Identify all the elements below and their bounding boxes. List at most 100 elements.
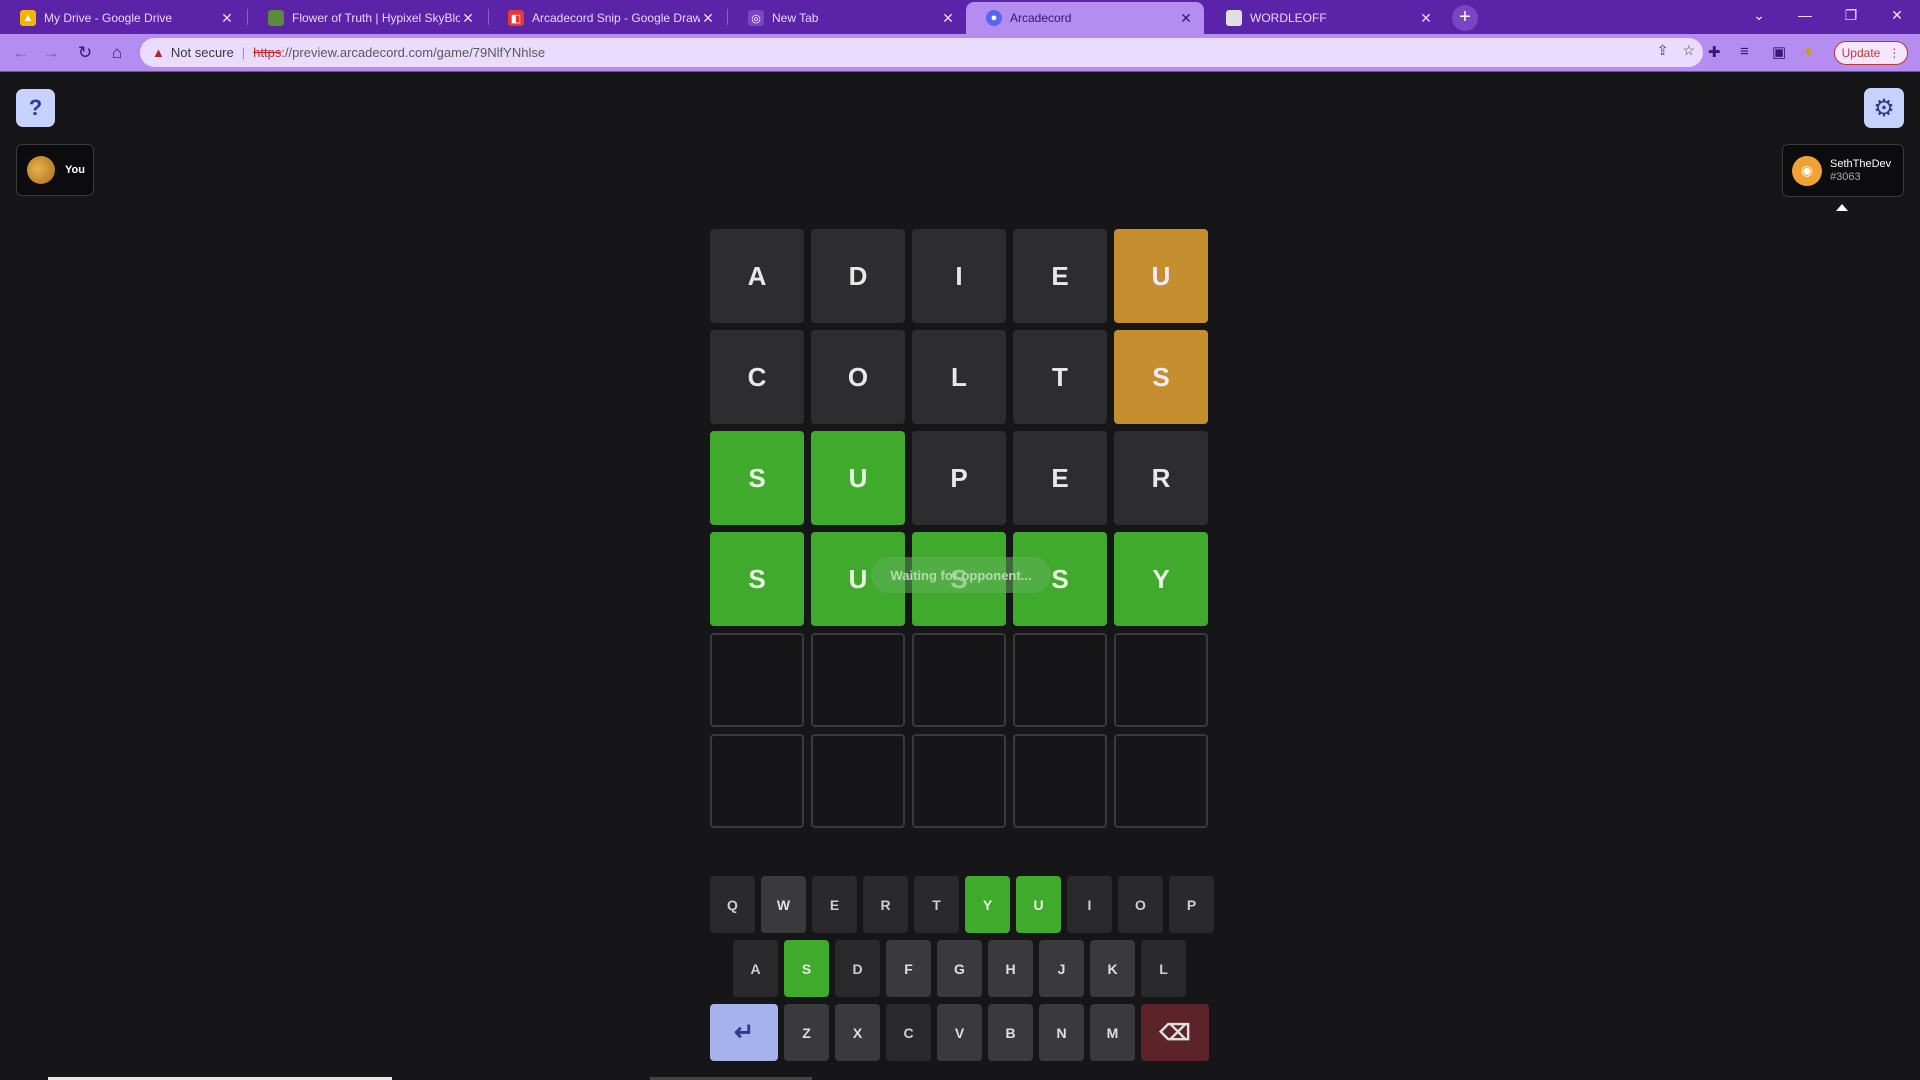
waiting-toast: Waiting for opponent... <box>871 557 1051 593</box>
help-button[interactable]: ? <box>16 89 55 127</box>
key-m[interactable]: M <box>1090 1004 1135 1061</box>
backspace-icon: ⌫ <box>1159 1019 1191 1045</box>
board-cell <box>811 633 905 727</box>
key-v[interactable]: V <box>937 1004 982 1061</box>
key-p[interactable]: P <box>1169 876 1214 933</box>
profile-avatar-icon[interactable]: ✦ <box>1802 43 1815 61</box>
grass-block-icon <box>268 10 284 26</box>
close-icon[interactable]: ✕ <box>700 10 716 27</box>
minimize-button[interactable]: — <box>1782 0 1828 30</box>
board-cell <box>811 734 905 828</box>
key-u[interactable]: U <box>1016 876 1061 933</box>
tab-arcadecord[interactable]: ● Arcadecord ✕ <box>966 2 1204 34</box>
tab-flower-of-truth[interactable]: Flower of Truth | Hypixel SkyBlock ✕ <box>248 2 486 34</box>
gear-icon: ⚙ <box>1873 94 1895 122</box>
drawings-icon: ◧ <box>508 10 524 26</box>
tab-title: Arcadecord Snip - Google Drawin <box>532 11 700 25</box>
tab-my-drive[interactable]: ▲ My Drive - Google Drive ✕ <box>0 2 245 34</box>
key-s[interactable]: S <box>784 940 829 997</box>
new-tab-button[interactable]: + <box>1452 5 1478 31</box>
board-cell <box>1114 734 1208 828</box>
enter-key[interactable]: ↵ <box>710 1004 778 1061</box>
update-button[interactable]: Update ⋮ <box>1834 41 1908 65</box>
board-cell: C <box>710 330 804 424</box>
close-window-button[interactable]: ✕ <box>1874 0 1920 30</box>
close-icon[interactable]: ✕ <box>460 10 476 27</box>
key-k[interactable]: K <box>1090 940 1135 997</box>
tab-title: Flower of Truth | Hypixel SkyBlock <box>292 11 460 25</box>
board-cell: Y <box>1114 532 1208 626</box>
board-cell: A <box>710 229 804 323</box>
tab-search-icon[interactable]: ⌄ <box>1736 0 1782 30</box>
key-b[interactable]: B <box>988 1004 1033 1061</box>
key-n[interactable]: N <box>1039 1004 1084 1061</box>
arcadecord-icon: ● <box>986 10 1002 26</box>
key-d[interactable]: D <box>835 940 880 997</box>
key-w[interactable]: W <box>761 876 806 933</box>
key-e[interactable]: E <box>812 876 857 933</box>
back-icon[interactable]: ← <box>8 40 34 66</box>
key-a[interactable]: A <box>733 940 778 997</box>
key-z[interactable]: Z <box>784 1004 829 1061</box>
close-icon[interactable]: ✕ <box>219 10 235 27</box>
key-l[interactable]: L <box>1141 940 1186 997</box>
warning-icon: ▲ <box>152 45 165 60</box>
home-icon[interactable]: ⌂ <box>104 40 130 66</box>
board-cell: U <box>1114 229 1208 323</box>
board-cell <box>1013 734 1107 828</box>
extensions-icon[interactable]: ✚ <box>1708 43 1721 61</box>
board-cell: S <box>710 532 804 626</box>
key-x[interactable]: X <box>835 1004 880 1061</box>
board-cell: I <box>912 229 1006 323</box>
key-y[interactable]: Y <box>965 876 1010 933</box>
keyboard-row-2: ASDFGHJKL <box>733 940 1186 997</box>
board-cell <box>1013 633 1107 727</box>
enter-icon: ↵ <box>733 1019 755 1046</box>
close-icon[interactable]: ✕ <box>1178 10 1194 27</box>
url-text: ://preview.arcadecord.com/game/79NlfYNhl… <box>281 45 546 60</box>
board-cell: E <box>1013 229 1107 323</box>
key-f[interactable]: F <box>886 940 931 997</box>
not-secure-label[interactable]: Not secure <box>171 45 234 60</box>
caret-up-icon[interactable] <box>1836 204 1848 211</box>
close-icon[interactable]: ✕ <box>940 10 956 27</box>
tab-title: Arcadecord <box>1010 11 1072 25</box>
board-cell: R <box>1114 431 1208 525</box>
tab-wordleoff[interactable]: WORDLEOFF ✕ <box>1206 2 1444 34</box>
key-j[interactable]: J <box>1039 940 1084 997</box>
share-icon[interactable]: ⇪ <box>1657 42 1669 59</box>
key-q[interactable]: Q <box>710 876 755 933</box>
key-g[interactable]: G <box>937 940 982 997</box>
divider: | <box>241 45 246 60</box>
opponent-tag: #3063 <box>1830 170 1861 183</box>
reload-icon[interactable]: ↻ <box>72 40 98 66</box>
key-i[interactable]: I <box>1067 876 1112 933</box>
restore-button[interactable]: ❐ <box>1828 0 1874 30</box>
key-t[interactable]: T <box>914 876 959 933</box>
url-scheme: https <box>253 45 282 60</box>
key-o[interactable]: O <box>1118 876 1163 933</box>
key-h[interactable]: H <box>988 940 1033 997</box>
side-panel-icon[interactable]: ▣ <box>1772 43 1786 61</box>
board-cell: L <box>912 330 1006 424</box>
bookmark-star-icon[interactable]: ☆ <box>1682 42 1695 59</box>
menu-dots-icon[interactable]: ⋮ <box>1888 46 1900 60</box>
address-bar[interactable]: ▲ Not secure | https://preview.arcadecor… <box>140 38 1703 67</box>
key-c[interactable]: C <box>886 1004 931 1061</box>
taco-avatar <box>27 156 55 184</box>
tab-arcadecord-snip[interactable]: ◧ Arcadecord Snip - Google Drawin ✕ <box>488 2 726 34</box>
close-icon[interactable]: ✕ <box>1418 10 1434 27</box>
key-r[interactable]: R <box>863 876 908 933</box>
settings-button[interactable]: ⚙ <box>1864 88 1904 128</box>
opponent-card[interactable]: ◉ SethTheDev #3063 <box>1782 144 1904 197</box>
keyboard-row-3: ↵ ZXCVBNM ⌫ <box>710 1004 1209 1061</box>
doc-icon <box>1226 10 1242 26</box>
browser-toolbar: ← → ↻ ⌂ ▲ Not secure | https://preview.a… <box>0 34 1920 71</box>
tab-title: New Tab <box>772 11 819 25</box>
tab-new-tab[interactable]: ◎ New Tab ✕ <box>728 2 966 34</box>
discord-icon: ◉ <box>1792 155 1822 186</box>
player-card: You <box>16 144 94 196</box>
backspace-key[interactable]: ⌫ <box>1141 1004 1209 1061</box>
forward-icon[interactable]: → <box>38 40 64 66</box>
media-icon[interactable]: ≡ <box>1740 43 1749 60</box>
